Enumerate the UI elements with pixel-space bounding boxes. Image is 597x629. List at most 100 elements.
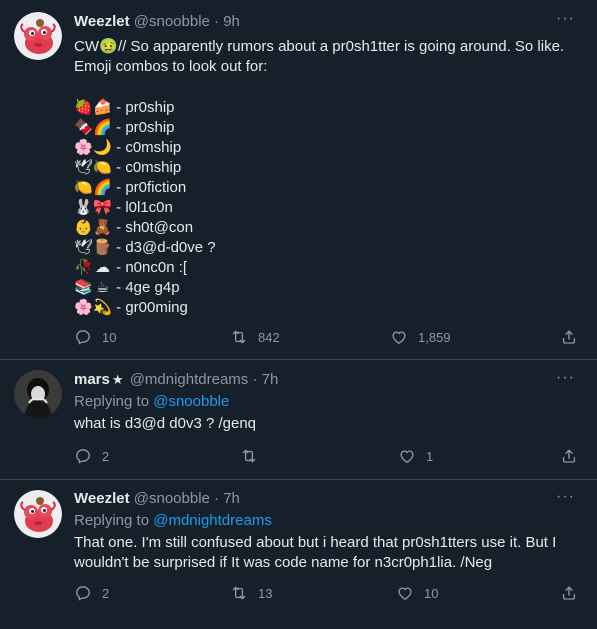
wilted-flower-emoji-icon: 🥀 bbox=[74, 258, 93, 276]
timestamp[interactable]: 9h bbox=[223, 13, 240, 30]
tweet-actions: 10 842 1,859 bbox=[74, 328, 586, 348]
user-handle[interactable]: @mdnightdreams bbox=[130, 371, 249, 388]
rainbow-emoji-icon: 🌈 bbox=[93, 118, 112, 136]
combo-label: - n0nc0n :[ bbox=[112, 259, 188, 276]
list-item: 👶🧸 - sh0t@con bbox=[74, 217, 579, 237]
tweet-mars-reply[interactable]: mars ★ @mdnightdreams · 7h ··· Replying t… bbox=[0, 360, 597, 480]
share-button[interactable] bbox=[560, 584, 578, 607]
separator-dot: · bbox=[252, 371, 258, 388]
list-item: 🍓🍰 - pr0ship bbox=[74, 97, 579, 117]
like-icon bbox=[396, 584, 414, 602]
reply-button[interactable]: 2 bbox=[74, 447, 109, 465]
baby-emoji-icon: 👶 bbox=[74, 218, 93, 236]
combo-label: - pr0ship bbox=[112, 99, 175, 116]
dizzy-emoji-icon: 💫 bbox=[93, 298, 112, 316]
retweet-icon bbox=[230, 584, 248, 602]
retweet-button[interactable] bbox=[240, 447, 268, 465]
display-name[interactable]: Weezlet bbox=[74, 13, 130, 30]
combo-label: - gr00ming bbox=[112, 299, 188, 316]
lemon-emoji-icon: 🍋 bbox=[93, 158, 112, 176]
combo-label: - c0mship bbox=[112, 159, 182, 176]
share-button[interactable] bbox=[560, 328, 578, 351]
list-item: 🕊🍋 - c0mship bbox=[74, 157, 579, 177]
tweet-text: what is d3@d d0v3 ? /genq bbox=[74, 415, 257, 432]
separator-dot: · bbox=[214, 490, 220, 507]
combo-label: - 4ge g4p bbox=[112, 279, 180, 296]
list-item: 🌸💫 - gr00ming bbox=[74, 297, 579, 317]
more-options-icon[interactable]: ··· bbox=[556, 10, 575, 28]
list-item: 🌸🌙 - c0mship bbox=[74, 137, 579, 157]
retweet-count: 842 bbox=[258, 329, 280, 345]
retweet-button[interactable]: 842 bbox=[230, 328, 280, 346]
chocolate-emoji-icon: 🍫 bbox=[74, 118, 93, 136]
share-icon bbox=[560, 328, 578, 346]
rainbow-emoji-icon: 🌈 bbox=[93, 178, 112, 196]
dove-emoji-icon: 🕊 bbox=[74, 158, 94, 176]
like-button[interactable]: 1 bbox=[398, 447, 433, 465]
like-button[interactable]: 1,859 bbox=[390, 328, 451, 346]
cherry-blossom-emoji-icon: 🌸 bbox=[74, 138, 93, 156]
replying-to: Replying to @mdnightdreams bbox=[74, 511, 272, 531]
retweet-count: 13 bbox=[258, 585, 273, 601]
cloud-emoji-icon: ☁ bbox=[95, 258, 110, 276]
crescent-moon-emoji-icon: 🌙 bbox=[93, 138, 112, 156]
mention-link[interactable]: @mdnightdreams bbox=[153, 512, 272, 529]
avatar-mars[interactable] bbox=[14, 370, 62, 418]
nauseated-face-emoji-icon: 🤢 bbox=[99, 37, 118, 55]
share-button[interactable] bbox=[560, 447, 578, 470]
more-options-icon[interactable]: ··· bbox=[556, 369, 575, 387]
separator-dot: · bbox=[214, 13, 220, 30]
star-icon: ★ bbox=[111, 372, 124, 387]
avatar-weezlet[interactable] bbox=[14, 490, 62, 538]
timestamp[interactable]: 7h bbox=[262, 371, 279, 388]
like-count: 10 bbox=[424, 585, 439, 601]
tweet-actions: 2 13 10 bbox=[74, 584, 586, 604]
like-icon bbox=[398, 447, 416, 465]
teddy-bear-emoji-icon: 🧸 bbox=[93, 218, 112, 236]
lemon-emoji-icon: 🍋 bbox=[74, 178, 93, 196]
wood-emoji-icon: 🪵 bbox=[93, 238, 112, 256]
tweet-weezlet-reply[interactable]: Weezlet @snoobble · 7h ··· Replying to @… bbox=[0, 480, 597, 629]
display-name[interactable]: Weezlet bbox=[74, 490, 130, 507]
list-item: 🐰🎀 - l0l1c0n bbox=[74, 197, 579, 217]
reply-count: 10 bbox=[102, 329, 117, 345]
replying-to: Replying to @snoobble bbox=[74, 392, 229, 412]
combo-label: - pr0fiction bbox=[112, 179, 187, 196]
list-item: 🕊🪵 - d3@d-d0ve ? bbox=[74, 237, 579, 257]
cake-emoji-icon: 🍰 bbox=[93, 98, 112, 116]
list-item: 🥀 ☁ - n0nc0n :[ bbox=[74, 257, 579, 277]
retweet-button[interactable]: 13 bbox=[230, 584, 272, 602]
like-button[interactable]: 10 bbox=[396, 584, 438, 602]
share-icon bbox=[560, 447, 578, 465]
replying-to-label: Replying to bbox=[74, 393, 150, 410]
tweet-weezlet-main[interactable]: Weezlet @snoobble · 9h ··· CW🤢// So appa… bbox=[0, 0, 597, 360]
combo-label: - l0l1c0n bbox=[112, 199, 173, 216]
reply-count: 2 bbox=[102, 585, 110, 601]
combo-label: - c0mship bbox=[112, 139, 182, 156]
more-options-icon[interactable]: ··· bbox=[556, 488, 575, 506]
tweet-header: Weezlet @snoobble · 9h bbox=[74, 12, 240, 32]
timestamp[interactable]: 7h bbox=[223, 490, 240, 507]
list-item: 🍫🌈 - pr0ship bbox=[74, 117, 579, 137]
combo-label: - d3@d-d0ve ? bbox=[112, 239, 216, 256]
tweet-header: Weezlet @snoobble · 7h bbox=[74, 489, 240, 509]
like-count: 1 bbox=[426, 448, 434, 464]
like-icon bbox=[390, 328, 408, 346]
reply-button[interactable]: 10 bbox=[74, 328, 116, 346]
intro-text: // So apparently rumors about a pr0sh1tt… bbox=[74, 38, 565, 75]
share-icon bbox=[560, 584, 578, 602]
display-name[interactable]: mars bbox=[74, 371, 110, 388]
user-handle[interactable]: @snoobble bbox=[134, 490, 210, 507]
tweet-header: mars ★ @mdnightdreams · 7h bbox=[74, 370, 278, 390]
mention-link[interactable]: @snoobble bbox=[153, 393, 229, 410]
tweet-text: That one. I'm still confused about but i… bbox=[74, 534, 557, 571]
content-warning-label: CW bbox=[74, 38, 99, 55]
combo-label: - pr0ship bbox=[112, 119, 175, 136]
emoji-combo-list: 🍓🍰 - pr0ship 🍫🌈 - pr0ship 🌸🌙 - c0mship 🕊… bbox=[74, 97, 579, 317]
user-handle[interactable]: @snoobble bbox=[134, 13, 210, 30]
avatar-weezlet[interactable] bbox=[14, 12, 62, 60]
retweet-icon bbox=[240, 447, 258, 465]
reply-button[interactable]: 2 bbox=[74, 584, 109, 602]
reply-count: 2 bbox=[102, 448, 110, 464]
ribbon-emoji-icon: 🎀 bbox=[93, 198, 112, 216]
